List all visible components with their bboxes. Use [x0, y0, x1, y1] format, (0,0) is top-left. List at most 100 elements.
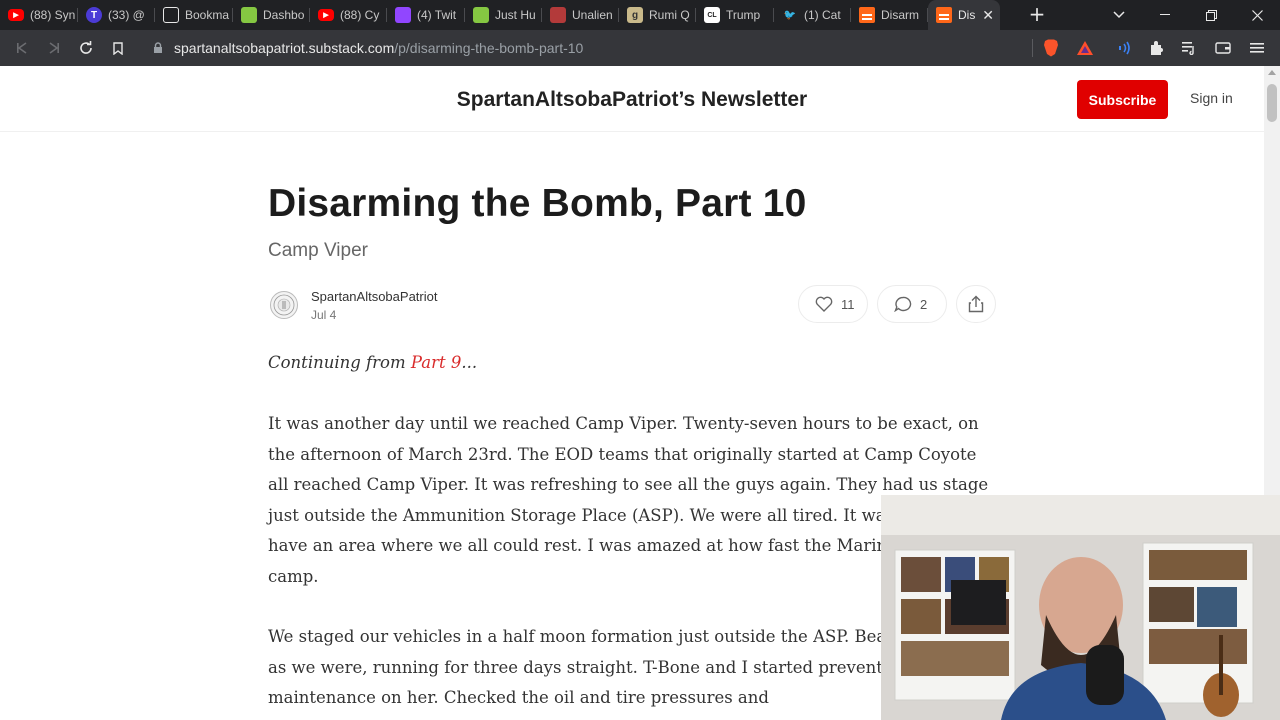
twitch-icon — [395, 7, 411, 23]
intro-line: Continuing from Part 9... — [268, 348, 998, 379]
forward-button[interactable] — [43, 37, 65, 59]
post-title: Disarming the Bomb, Part 10 — [268, 182, 807, 225]
rewards-triangle-icon — [1077, 41, 1093, 55]
tab-label: Trump — [726, 8, 761, 22]
post-subtitle: Camp Viper — [268, 240, 368, 261]
intro-prefix: Continuing from — [268, 353, 411, 372]
back-arrow-icon — [17, 42, 27, 54]
bookmark-icon — [113, 41, 123, 55]
scroll-up-arrow-icon[interactable] — [1268, 70, 1276, 75]
reload-icon — [80, 41, 92, 54]
browser-tab[interactable]: ▶ (88) Syn — [0, 0, 78, 30]
share-upload-icon — [968, 295, 984, 313]
minimize-button[interactable] — [1142, 0, 1188, 30]
comment-bubble-icon — [894, 296, 912, 312]
browser-tab[interactable]: Dashbo — [233, 0, 310, 30]
browser-menu-button[interactable] — [1247, 38, 1267, 58]
twitter-icon: 🐦 — [783, 9, 797, 21]
site-icon — [550, 7, 566, 23]
comment-count: 2 — [920, 296, 928, 312]
restore-button[interactable] — [1188, 0, 1234, 30]
youtube-icon: ▶ — [8, 9, 24, 21]
url-host: spartanaltsobapatriot.substack.com — [174, 40, 395, 56]
part-9-link[interactable]: Part 9 — [411, 353, 461, 372]
extensions-button[interactable] — [1147, 38, 1167, 58]
reading-list-button[interactable] — [1179, 38, 1199, 58]
url-path: /p/disarming-the-bomb-part-10 — [394, 40, 584, 56]
brave-lion-icon — [1044, 39, 1058, 57]
rumble-play-icon — [473, 7, 489, 23]
browser-tab[interactable]: ▶ (88) Cy — [310, 0, 387, 30]
close-icon — [1251, 9, 1263, 21]
browser-tab[interactable]: (4) Twit — [387, 0, 465, 30]
bookmark-button[interactable] — [107, 37, 129, 59]
browser-tab[interactable]: T (33) @ — [78, 0, 155, 30]
brave-shields-button[interactable] — [1041, 38, 1061, 58]
rumble-r-icon — [241, 7, 257, 23]
browser-tab[interactable]: Dis ✕ — [928, 0, 1000, 30]
address-bar[interactable]: spartanaltsobapatriot.substack.com/p/dis… — [142, 33, 1032, 63]
share-button[interactable] — [956, 285, 996, 323]
youtube-icon: ▶ — [318, 9, 334, 21]
substack-icon — [936, 7, 952, 23]
lock-icon — [154, 42, 162, 53]
reload-button[interactable] — [75, 37, 97, 59]
audio-waves-icon — [1119, 41, 1130, 55]
browser-tab[interactable]: Just Hu — [465, 0, 542, 30]
newsletter-title[interactable]: SpartanAltsobaPatriot’s Newsletter — [0, 88, 1264, 112]
post-date: Jul 4 — [311, 308, 337, 322]
g-icon: g — [627, 7, 643, 23]
restore-icon — [1205, 9, 1217, 21]
forward-arrow-icon — [49, 42, 59, 54]
browser-toolbar: spartanaltsobapatriot.substack.com/p/dis… — [0, 30, 1280, 66]
browser-tab[interactable]: Bookma — [155, 0, 233, 30]
new-tab-button[interactable]: + — [1026, 4, 1048, 26]
toolbar-divider — [1032, 39, 1033, 57]
tab-strip: ▶ (88) Syn T (33) @ Bookma Dashbo ▶ (88) Cy (4) … — [0, 0, 1280, 30]
close-window-button[interactable] — [1234, 0, 1280, 30]
like-count: 11 — [841, 296, 855, 312]
browser-tab[interactable]: Disarm — [851, 0, 928, 30]
playlist-icon — [1182, 42, 1194, 55]
tab-label: Disarm — [881, 8, 919, 22]
read-aloud-extension[interactable] — [1115, 38, 1135, 58]
tab-search-button[interactable] — [1096, 0, 1142, 30]
puzzle-piece-icon — [1151, 41, 1163, 55]
webcam-overlay — [881, 495, 1280, 720]
webcam-scene — [881, 495, 1280, 720]
browser-tab[interactable]: 🐦 (1) Cat — [774, 0, 851, 30]
like-button[interactable]: 11 — [798, 285, 868, 323]
cl-icon: CL — [704, 7, 720, 23]
tab-label: Just Hu — [495, 8, 536, 22]
sign-in-link[interactable]: Sign in — [1190, 90, 1233, 106]
tab-label: (4) Twit — [417, 8, 457, 22]
intro-suffix: ... — [461, 353, 478, 372]
wallet-button[interactable] — [1213, 38, 1233, 58]
author-name[interactable]: SpartanAltsobaPatriot — [311, 289, 437, 304]
seal-icon — [273, 294, 295, 316]
tab-label: (88) Syn — [30, 8, 76, 22]
browser-tab[interactable]: CL Trump — [696, 0, 774, 30]
bookmark-icon — [163, 7, 179, 23]
tab-label: Dis — [958, 8, 976, 22]
site-header: SpartanAltsobaPatriot’s Newsletter Subsc… — [0, 66, 1264, 132]
brave-rewards-button[interactable] — [1075, 38, 1095, 58]
scroll-thumb[interactable] — [1267, 84, 1277, 122]
comment-button[interactable]: 2 — [877, 285, 947, 323]
tab-label: (88) Cy — [340, 8, 380, 22]
minimize-icon — [1160, 14, 1170, 15]
tab-label: Bookma — [185, 8, 230, 22]
back-button[interactable] — [11, 37, 33, 59]
tab-label: (33) @ — [108, 8, 145, 22]
tab-label: (1) Cat — [804, 8, 841, 22]
browser-tab[interactable]: Unalien — [542, 0, 619, 30]
tab-label: Dashbo — [263, 8, 305, 22]
subscribe-button[interactable]: Subscribe — [1077, 80, 1168, 119]
tab-label: Rumi Q — [649, 8, 690, 22]
browser-tab[interactable]: g Rumi Q — [619, 0, 696, 30]
author-avatar[interactable] — [270, 291, 298, 319]
twitch-t-icon: T — [86, 7, 102, 23]
substack-icon — [859, 7, 875, 23]
close-tab-icon[interactable]: ✕ — [982, 7, 994, 23]
wallet-icon — [1215, 42, 1231, 54]
